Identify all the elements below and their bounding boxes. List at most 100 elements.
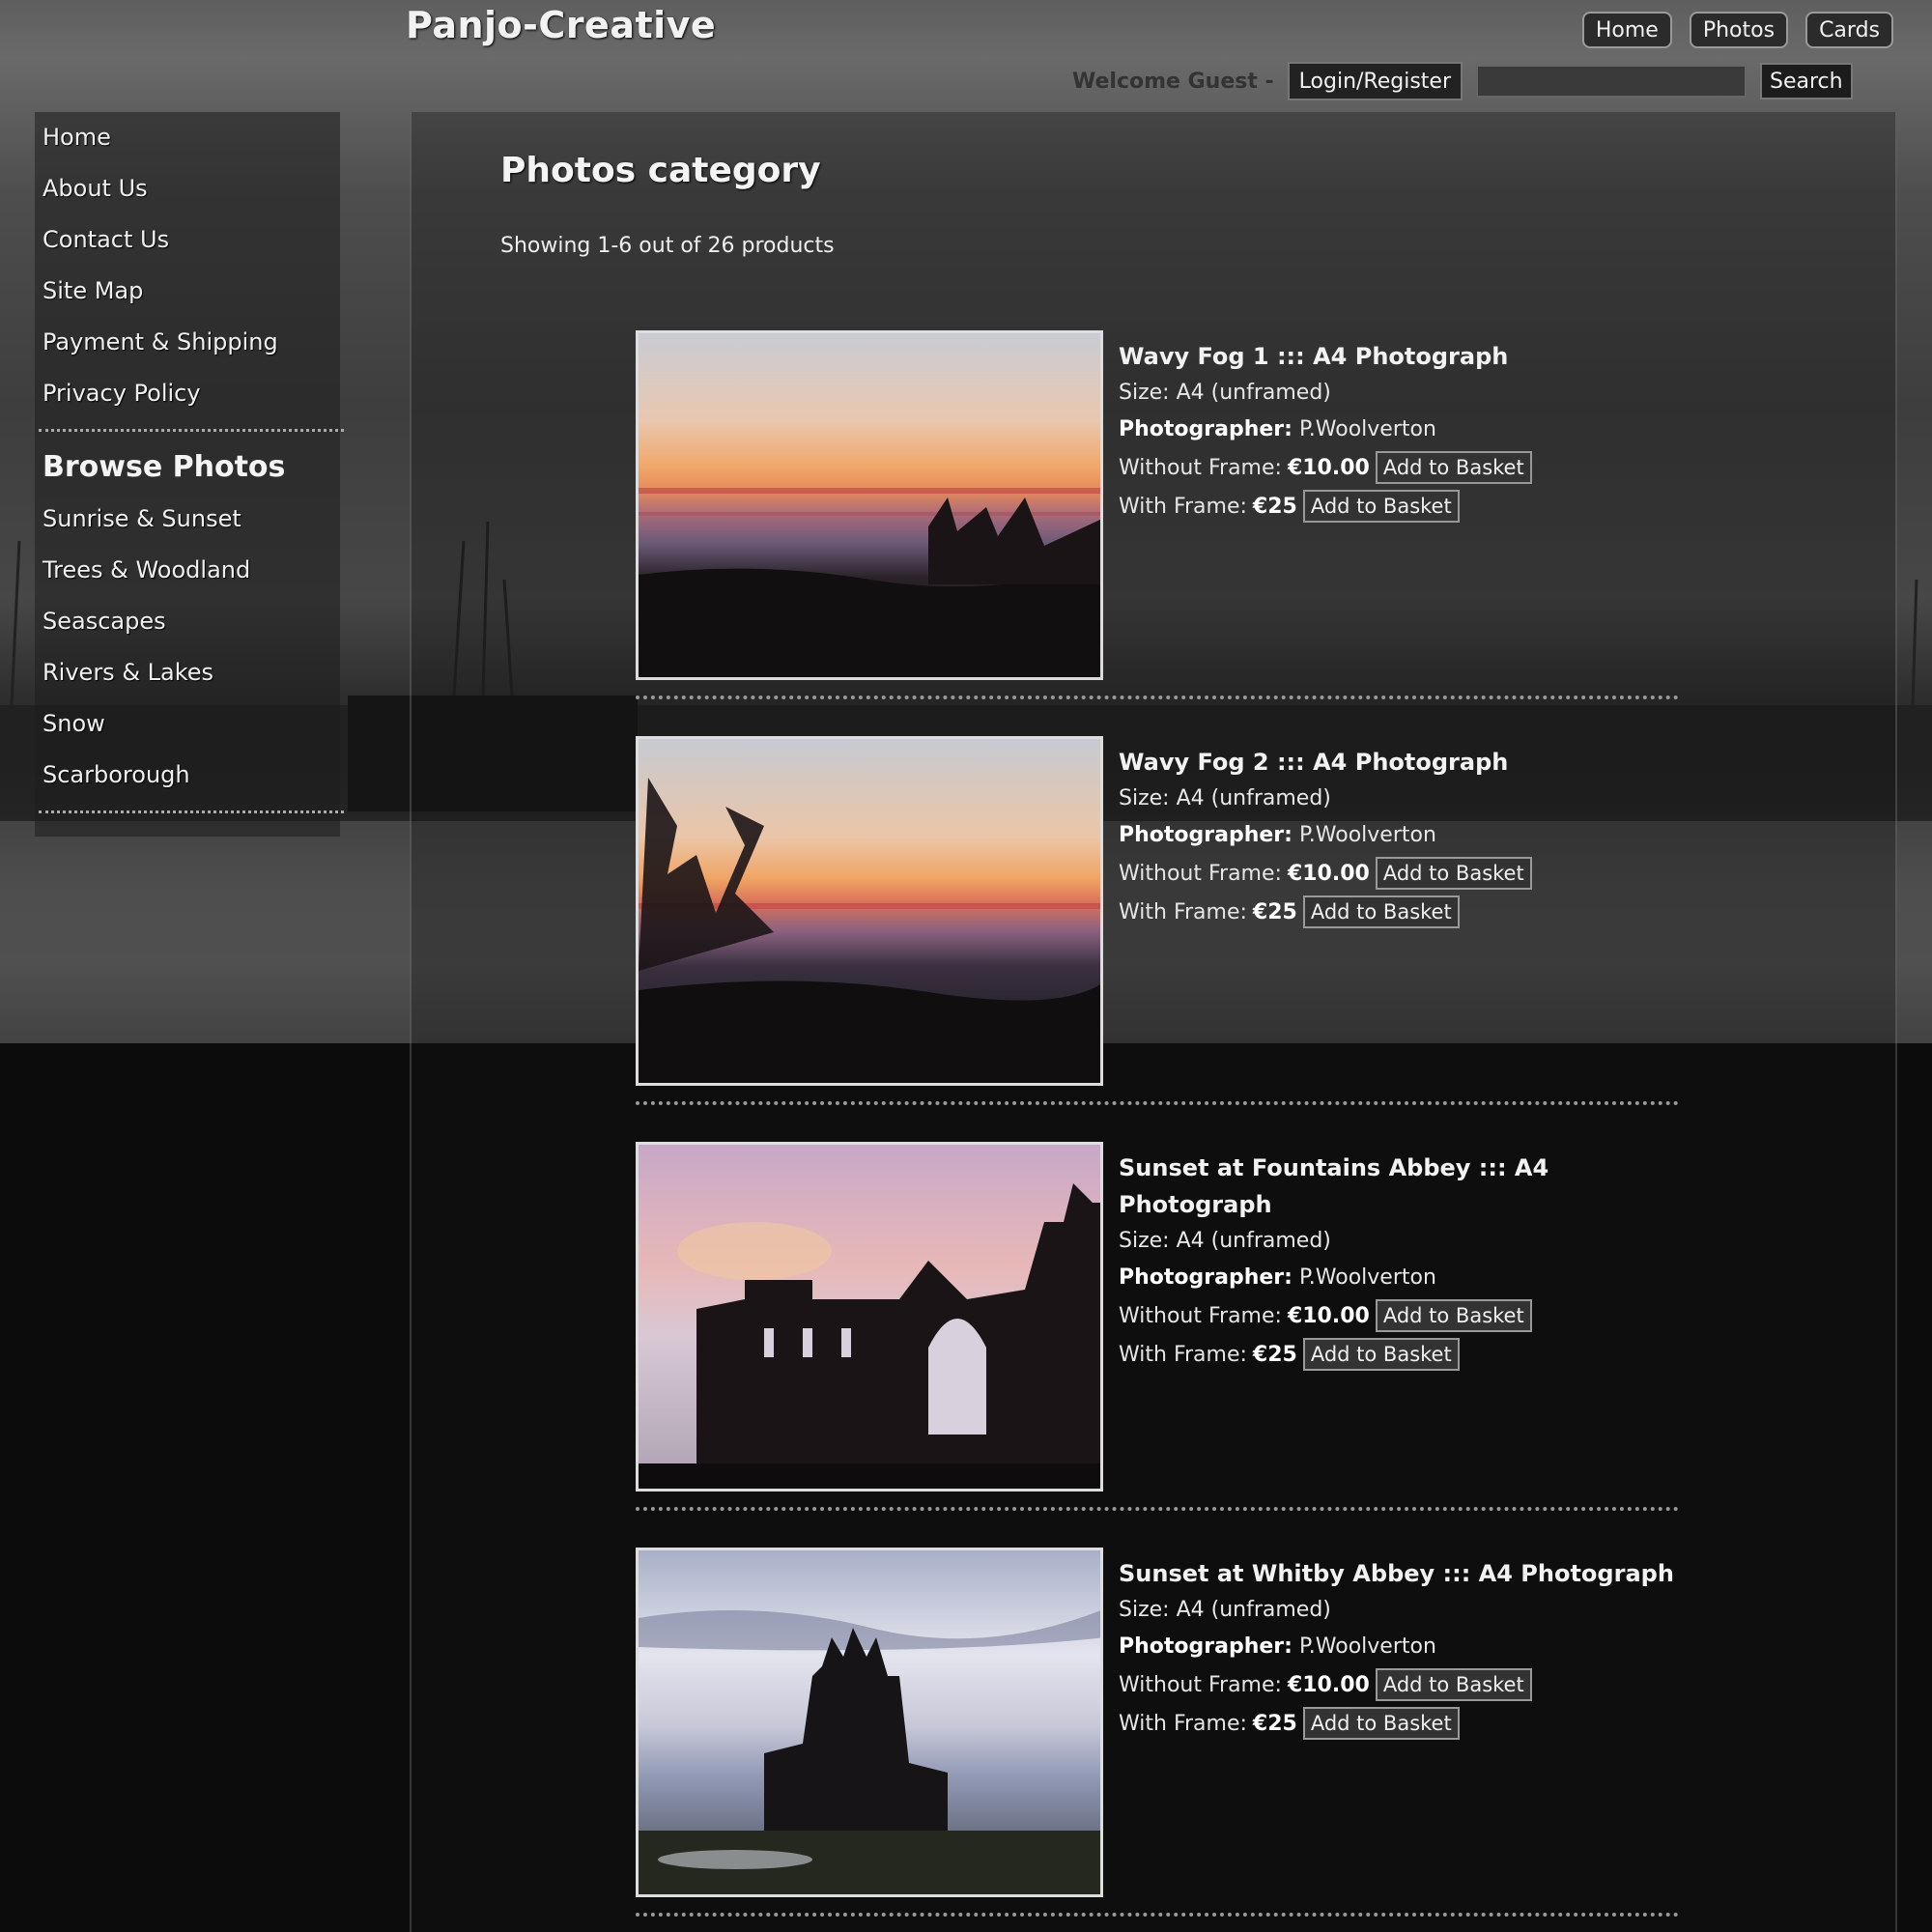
sidebar-link-home[interactable]: Home (35, 112, 340, 163)
product-info: Wavy Fog 1 ::: A4 Photograph Size: A4 (u… (1119, 338, 1679, 526)
top-nav-cards[interactable]: Cards (1805, 12, 1893, 48)
sidebar-categories: Sunrise & Sunset Trees & Woodland Seasca… (35, 494, 340, 801)
category-snow[interactable]: Snow (35, 698, 340, 750)
browse-photos-heading: Browse Photos (43, 450, 286, 484)
photographer-name: P.Woolverton (1298, 417, 1436, 441)
category-seascapes[interactable]: Seascapes (35, 596, 340, 647)
sidebar-link-payment[interactable]: Payment & Shipping (35, 317, 340, 368)
product-separator (636, 1913, 1679, 1917)
sidebar-link-sitemap[interactable]: Site Map (35, 266, 340, 317)
user-bar: Welcome Guest - Login/Register Search (1072, 62, 1853, 100)
add-to-basket-button[interactable]: Add to Basket (1375, 451, 1532, 484)
product-item: Wavy Fog 1 ::: A4 Photograph Size: A4 (u… (636, 330, 1679, 736)
without-frame-price: €10.00 (1287, 1303, 1370, 1328)
without-frame-price: €10.00 (1287, 455, 1370, 480)
product-title[interactable]: Wavy Fog 1 ::: A4 Photograph (1119, 338, 1679, 375)
page-title: Photos category (500, 151, 821, 190)
product-separator (636, 1507, 1679, 1511)
sunset-fog-photo (639, 333, 1100, 677)
with-frame-label: With Frame: (1119, 899, 1247, 924)
main-content: Photos category Showing 1-6 out of 26 pr… (410, 112, 1897, 1932)
category-rivers-lakes[interactable]: Rivers & Lakes (35, 647, 340, 698)
without-frame-price: €10.00 (1287, 861, 1370, 886)
sidebar-link-contact[interactable]: Contact Us (35, 214, 340, 266)
product-separator (636, 1101, 1679, 1105)
with-frame-label: With Frame: (1119, 1342, 1247, 1367)
category-sunrise-sunset[interactable]: Sunrise & Sunset (35, 494, 340, 545)
with-frame-price: €25 (1252, 1342, 1297, 1367)
sidebar-link-about[interactable]: About Us (35, 163, 340, 214)
product-thumbnail[interactable] (636, 1142, 1103, 1492)
with-frame-label: With Frame: (1119, 1711, 1247, 1736)
with-frame-label: With Frame: (1119, 494, 1247, 519)
without-frame-label: Without Frame: (1119, 1672, 1282, 1697)
without-frame-price: €10.00 (1287, 1672, 1370, 1697)
price-row-without-frame: Without Frame: €10.00 Add to Basket (1119, 1296, 1679, 1335)
photographer-label: Photographer: (1119, 823, 1293, 847)
sidebar-divider-bottom (39, 810, 344, 813)
add-to-basket-button[interactable]: Add to Basket (1375, 857, 1532, 890)
product-photographer: Photographer: P.Woolverton (1119, 1629, 1679, 1665)
product-size: Size: A4 (unframed) (1119, 1598, 1331, 1622)
price-row-without-frame: Without Frame: €10.00 Add to Basket (1119, 1665, 1679, 1704)
add-to-basket-button[interactable]: Add to Basket (1302, 490, 1460, 523)
with-frame-price: €25 (1252, 1711, 1297, 1736)
price-row-without-frame: Without Frame: €10.00 Add to Basket (1119, 854, 1679, 893)
product-thumbnail[interactable] (636, 1548, 1103, 1897)
product-info: Wavy Fog 2 ::: A4 Photograph Size: A4 (u… (1119, 744, 1679, 931)
product-photographer: Photographer: P.Woolverton (1119, 412, 1679, 448)
search-input[interactable] (1476, 65, 1747, 98)
photographer-label: Photographer: (1119, 417, 1293, 441)
photographer-name: P.Woolverton (1298, 1265, 1436, 1290)
add-to-basket-button[interactable]: Add to Basket (1375, 1299, 1532, 1332)
sidebar-divider (39, 429, 344, 432)
price-row-with-frame: With Frame: €25 Add to Basket (1119, 1704, 1679, 1743)
without-frame-label: Without Frame: (1119, 455, 1282, 480)
product-title[interactable]: Wavy Fog 2 ::: A4 Photograph (1119, 744, 1679, 781)
product-size: Size: A4 (unframed) (1119, 381, 1331, 405)
product-item: Sunset at Fountains Abbey ::: A4 Photogr… (636, 1142, 1679, 1548)
product-title[interactable]: Sunset at Fountains Abbey ::: A4 Photogr… (1119, 1150, 1679, 1223)
add-to-basket-button[interactable]: Add to Basket (1375, 1668, 1532, 1701)
category-scarborough[interactable]: Scarborough (35, 750, 340, 801)
results-count: Showing 1-6 out of 26 products (500, 234, 835, 258)
without-frame-label: Without Frame: (1119, 1303, 1282, 1328)
add-to-basket-button[interactable]: Add to Basket (1302, 895, 1460, 928)
product-thumbnail[interactable] (636, 330, 1103, 680)
with-frame-price: €25 (1252, 494, 1297, 519)
price-row-with-frame: With Frame: €25 Add to Basket (1119, 893, 1679, 931)
top-nav-photos[interactable]: Photos (1689, 12, 1789, 48)
category-trees-woodland[interactable]: Trees & Woodland (35, 545, 340, 596)
price-row-with-frame: With Frame: €25 Add to Basket (1119, 487, 1679, 526)
welcome-text: Welcome Guest - (1072, 69, 1274, 94)
product-info: Sunset at Fountains Abbey ::: A4 Photogr… (1119, 1150, 1679, 1374)
without-frame-label: Without Frame: (1119, 861, 1282, 886)
add-to-basket-button[interactable]: Add to Basket (1302, 1338, 1460, 1371)
product-title[interactable]: Sunset at Whitby Abbey ::: A4 Photograph (1119, 1555, 1679, 1592)
product-photographer: Photographer: P.Woolverton (1119, 817, 1679, 854)
photographer-name: P.Woolverton (1298, 1634, 1436, 1659)
photographer-label: Photographer: (1119, 1265, 1293, 1290)
top-nav-home[interactable]: Home (1581, 12, 1672, 48)
product-photographer: Photographer: P.Woolverton (1119, 1260, 1679, 1296)
whitby-abbey-photo (639, 1550, 1100, 1894)
fountains-abbey-photo (639, 1145, 1100, 1489)
add-to-basket-button[interactable]: Add to Basket (1302, 1707, 1460, 1740)
login-register-button[interactable]: Login/Register (1287, 62, 1463, 100)
price-row-without-frame: Without Frame: €10.00 Add to Basket (1119, 448, 1679, 487)
product-item: Sunset at Whitby Abbey ::: A4 Photograph… (636, 1548, 1679, 1932)
product-thumbnail[interactable] (636, 736, 1103, 1086)
product-item: Wavy Fog 2 ::: A4 Photograph Size: A4 (u… (636, 736, 1679, 1142)
price-row-with-frame: With Frame: €25 Add to Basket (1119, 1335, 1679, 1374)
photographer-label: Photographer: (1119, 1634, 1293, 1659)
search-button[interactable]: Search (1760, 63, 1853, 99)
site-logo[interactable]: Panjo-Creative (406, 4, 716, 46)
photographer-name: P.Woolverton (1298, 823, 1436, 847)
sidebar: Home About Us Contact Us Site Map Paymen… (35, 112, 344, 837)
product-separator (636, 696, 1679, 699)
sidebar-link-privacy[interactable]: Privacy Policy (35, 368, 340, 419)
sunset-fog-photo (639, 739, 1100, 1083)
product-size: Size: A4 (unframed) (1119, 1229, 1331, 1253)
product-size: Size: A4 (unframed) (1119, 786, 1331, 810)
with-frame-price: €25 (1252, 899, 1297, 924)
